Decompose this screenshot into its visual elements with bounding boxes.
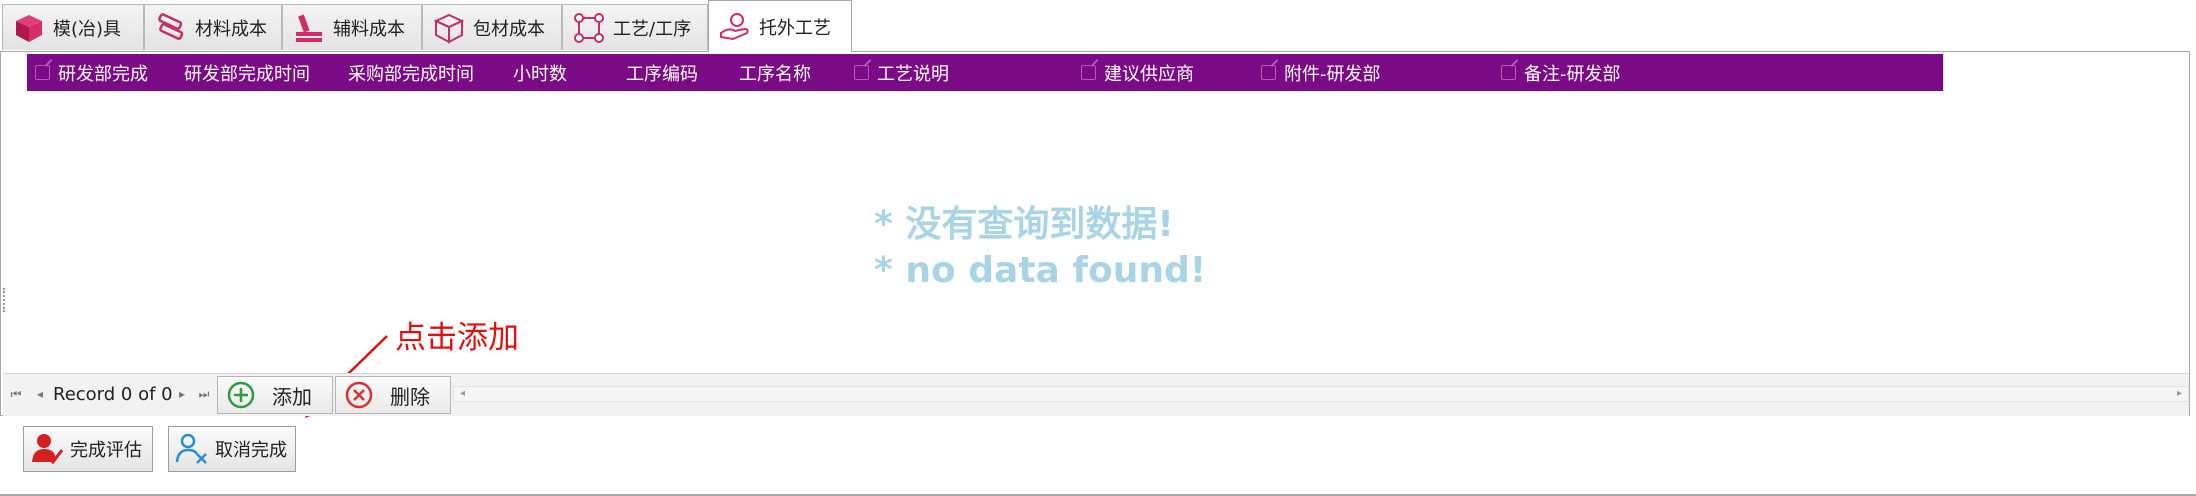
annotation-text: 点击添加 bbox=[395, 320, 519, 356]
column-label: 建议供应商 bbox=[1104, 63, 1194, 85]
package-box-icon bbox=[433, 13, 465, 44]
column-header-purchase-complete-time[interactable]: 采购部完成时间 bbox=[348, 54, 474, 91]
record-count: Record 0 of 0 bbox=[53, 384, 173, 405]
scroll-left-icon[interactable]: ◂ bbox=[460, 387, 465, 401]
action-bar: 完成评估 取消完成 bbox=[0, 416, 2196, 496]
add-button[interactable]: 添加 bbox=[217, 376, 333, 414]
empty-message-zh: * 没有查询到数据! bbox=[874, 204, 1174, 245]
outsource-hand-icon bbox=[720, 12, 749, 40]
cancel-complete-label: 取消完成 bbox=[215, 440, 287, 461]
complete-evaluation-button[interactable]: 完成评估 bbox=[23, 426, 153, 472]
delete-button-label: 删除 bbox=[390, 384, 430, 409]
column-label: 备注-研发部 bbox=[1524, 63, 1621, 85]
complete-evaluation-label: 完成评估 bbox=[70, 440, 142, 461]
horizontal-scrollbar[interactable]: ◂ ▸ bbox=[453, 386, 2189, 402]
tab-packaging-cost[interactable]: 包材成本 bbox=[422, 4, 562, 50]
column-label: 工序名称 bbox=[739, 63, 811, 85]
tab-label: 辅料成本 bbox=[333, 18, 405, 40]
column-label: 附件-研发部 bbox=[1284, 63, 1381, 85]
data-grid: 研发部完成 研发部完成时间 采购部完成时间 小时数 工序编码 工序名称 工艺说明… bbox=[0, 51, 2190, 418]
empty-data-message: * 没有查询到数据! * no data found! bbox=[874, 202, 1206, 294]
edit-icon bbox=[1261, 65, 1276, 80]
user-check-icon bbox=[32, 434, 64, 465]
scroll-right-icon[interactable]: ▸ bbox=[2177, 387, 2182, 401]
edit-icon bbox=[854, 65, 869, 80]
tab-label: 包材成本 bbox=[473, 18, 545, 40]
column-header-rd-complete[interactable]: 研发部完成 bbox=[35, 54, 148, 91]
column-label: 小时数 bbox=[513, 63, 567, 85]
edit-icon bbox=[1081, 65, 1096, 80]
grid-header-filler bbox=[1943, 54, 2188, 91]
tab-label: 工艺/工序 bbox=[613, 18, 692, 40]
plus-circle-icon bbox=[227, 381, 255, 409]
column-label: 工艺说明 bbox=[877, 63, 949, 85]
tab-auxiliary-cost[interactable]: 辅料成本 bbox=[282, 4, 422, 50]
first-record-icon[interactable]: ⏮ bbox=[9, 385, 23, 403]
cube-icon bbox=[16, 14, 42, 42]
add-button-label: 添加 bbox=[272, 384, 312, 409]
grid-header-row: 研发部完成 研发部完成时间 采购部完成时间 小时数 工序编码 工序名称 工艺说明… bbox=[27, 54, 1943, 91]
column-header-process-description[interactable]: 工艺说明 bbox=[854, 54, 949, 91]
material-bars-icon bbox=[158, 12, 184, 40]
delete-button[interactable]: 删除 bbox=[335, 376, 451, 414]
close-circle-icon bbox=[345, 381, 373, 409]
column-header-process-name[interactable]: 工序名称 bbox=[739, 54, 811, 91]
last-record-icon[interactable]: ⏭ bbox=[197, 385, 211, 403]
tab-outsourced-process[interactable]: 托外工艺 bbox=[708, 0, 852, 52]
column-label: 研发部完成时间 bbox=[184, 63, 310, 85]
next-record-icon[interactable]: ▸ bbox=[175, 385, 189, 403]
column-label: 研发部完成 bbox=[58, 63, 148, 85]
user-remove-icon bbox=[175, 433, 207, 464]
prev-record-icon[interactable]: ◂ bbox=[33, 385, 47, 403]
tab-label: 模(冶)具 bbox=[53, 18, 122, 40]
tab-label: 材料成本 bbox=[195, 18, 267, 40]
tab-bar: 模(冶)具 材料成本 辅料成本 包材成本 工艺/工序 托外工艺 bbox=[0, 0, 2196, 52]
cancel-complete-button[interactable]: 取消完成 bbox=[168, 426, 296, 472]
column-label: 工序编码 bbox=[626, 63, 698, 85]
column-header-attachment-rd[interactable]: 附件-研发部 bbox=[1261, 54, 1381, 91]
auxiliary-material-icon bbox=[296, 14, 322, 42]
edit-icon bbox=[35, 65, 50, 80]
resize-grip[interactable] bbox=[3, 288, 8, 312]
tab-process[interactable]: 工艺/工序 bbox=[562, 4, 708, 50]
record-navigator: ⏮ ◂ Record 0 of 0 ▸ ⏭ 添加 删除 ◂ ▸ bbox=[3, 373, 2189, 416]
column-header-process-code[interactable]: 工序编码 bbox=[626, 54, 698, 91]
edit-icon bbox=[1501, 65, 1516, 80]
tab-label: 托外工艺 bbox=[759, 17, 831, 39]
tab-mold[interactable]: 模(冶)具 bbox=[2, 4, 144, 50]
process-nodes-icon bbox=[574, 12, 604, 43]
column-header-remark-rd[interactable]: 备注-研发部 bbox=[1501, 54, 1621, 91]
column-header-suggested-supplier[interactable]: 建议供应商 bbox=[1081, 54, 1194, 91]
column-header-hours[interactable]: 小时数 bbox=[513, 54, 567, 91]
column-header-rd-complete-time[interactable]: 研发部完成时间 bbox=[184, 54, 310, 91]
column-label: 采购部完成时间 bbox=[348, 63, 474, 85]
tab-material-cost[interactable]: 材料成本 bbox=[144, 4, 282, 50]
empty-message-en: * no data found! bbox=[874, 250, 1207, 291]
